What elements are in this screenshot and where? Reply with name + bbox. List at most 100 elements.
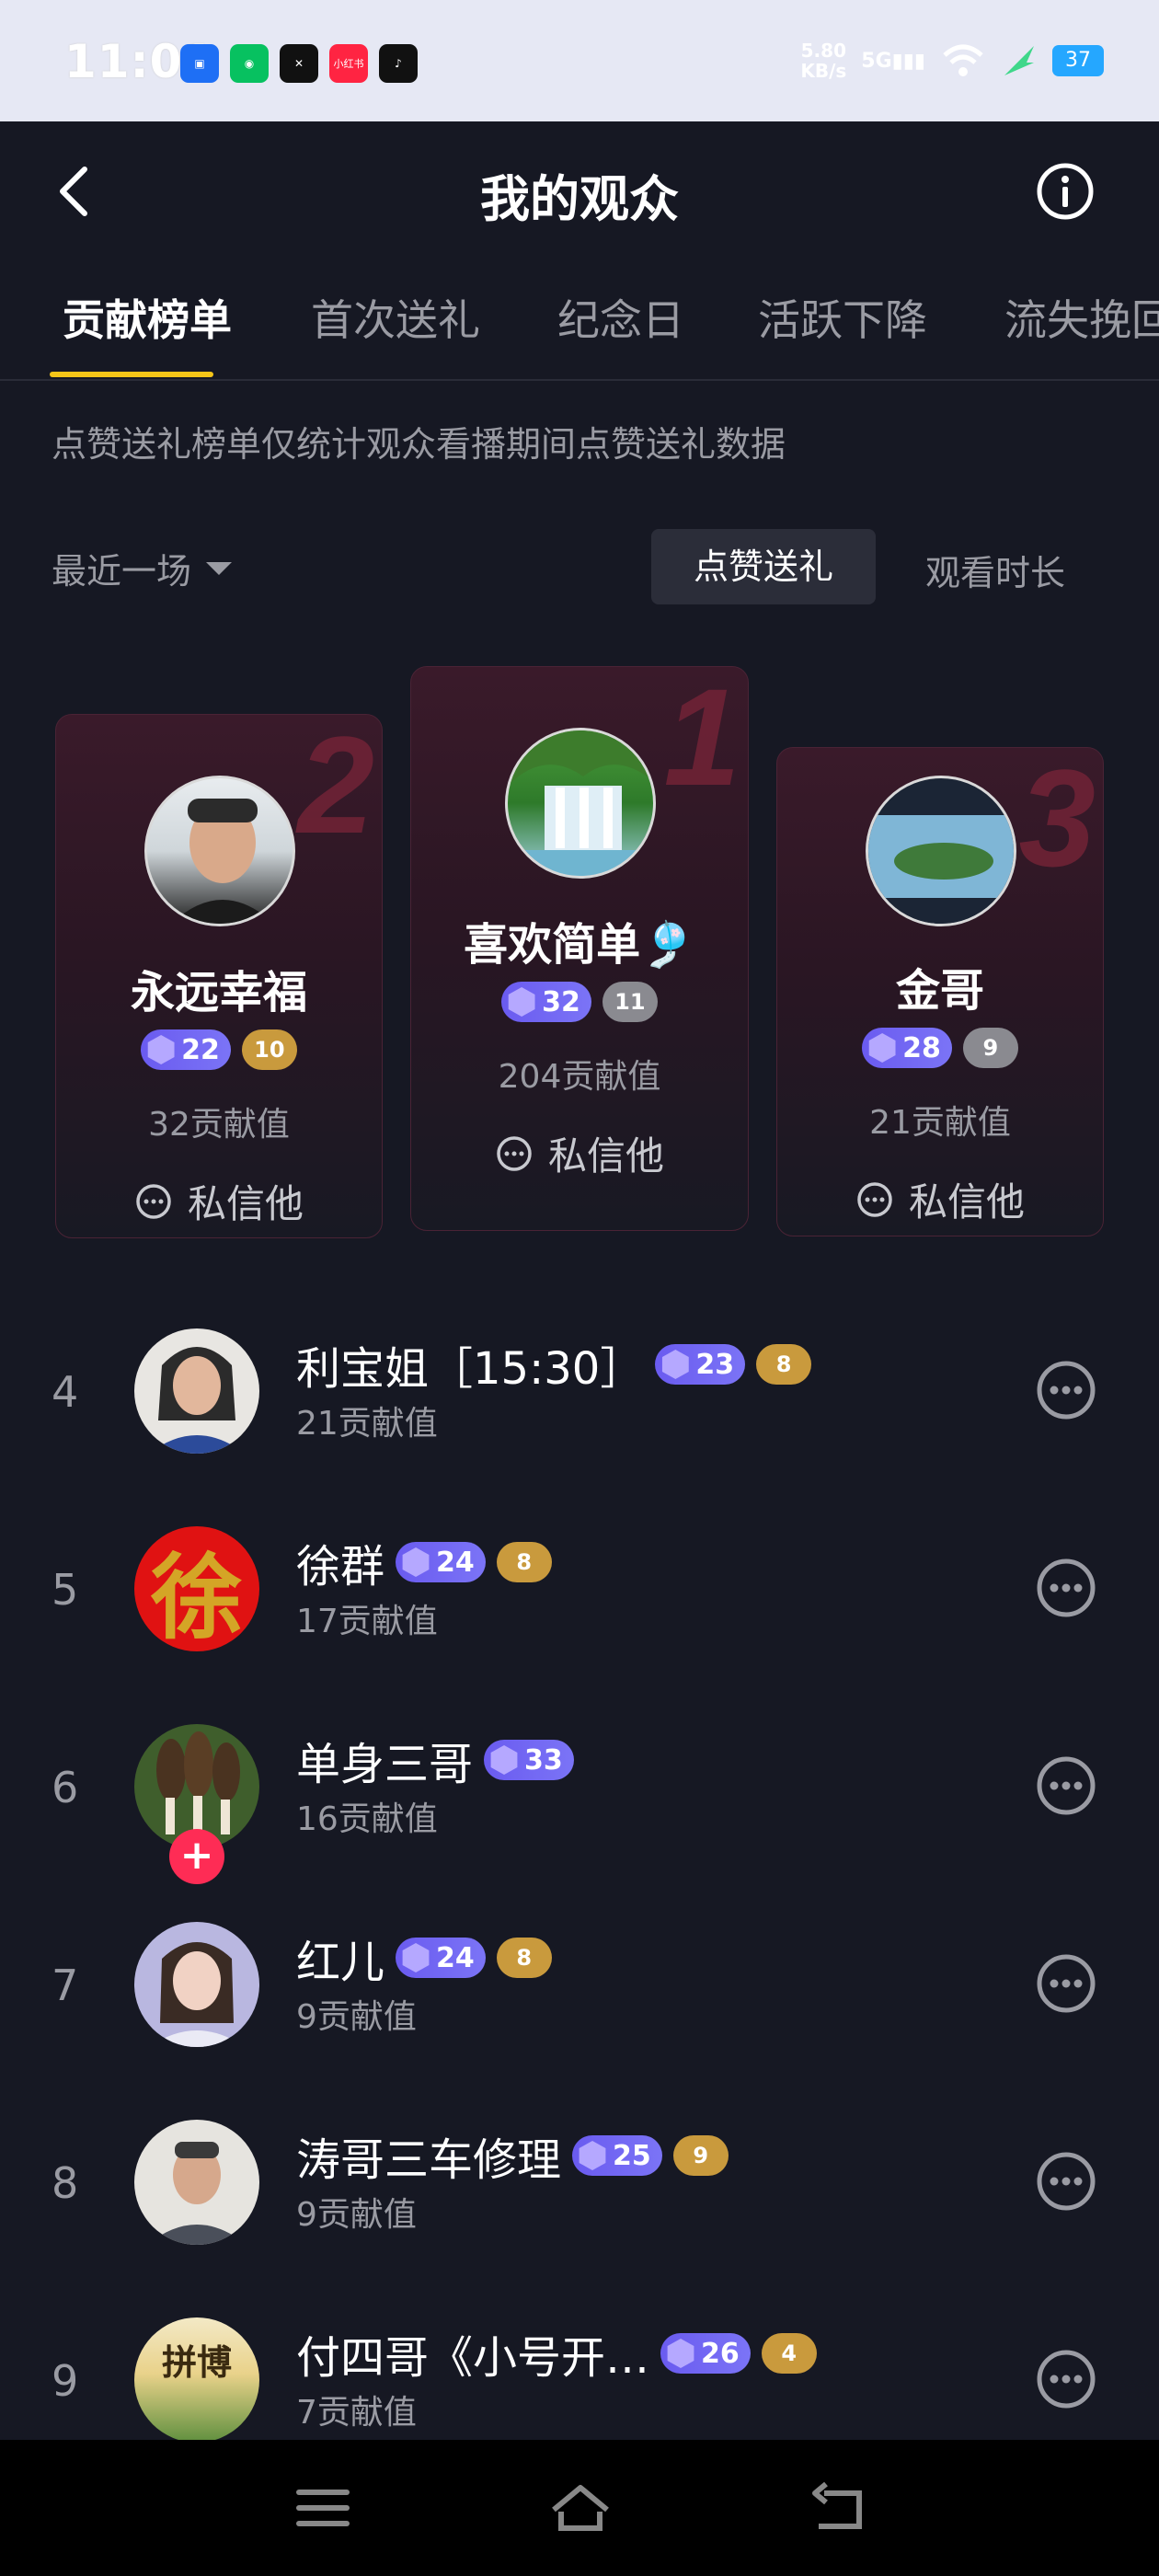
name-line: 付四哥《小号开… 26 4 [296, 2321, 817, 2386]
contribution-value: 16贡献值 [296, 1800, 438, 1838]
avatar[interactable]: 徐 [134, 1526, 259, 1651]
avatar[interactable] [134, 2120, 259, 2245]
wechat-icon: ◉ [230, 44, 269, 83]
tab-activity-drop[interactable]: 活跃下降 [758, 287, 927, 348]
level-gem-icon [868, 1033, 896, 1063]
chat-bubble-icon[interactable] [1032, 2147, 1100, 2215]
list-item[interactable]: 8 涛哥三车修理 25 9 9贡献值 [0, 2087, 1159, 2284]
avatar[interactable] [134, 1922, 259, 2047]
viewer-name: 付四哥《小号开… [296, 2332, 650, 2384]
fan-club-badge: 10 [241, 1029, 297, 1070]
podium-card-rank-1[interactable]: 1 喜欢简单🎐 32 11 204贡献值 私信他 [410, 666, 749, 1231]
contribution-value: 21贡献值 [296, 1405, 438, 1443]
avatar-image [149, 1942, 245, 2047]
rank-number: 7 [52, 1961, 79, 2010]
viewer-name: 金哥 [895, 965, 984, 1017]
level-gem-icon [490, 1745, 518, 1775]
message-button[interactable]: 私信他 [56, 1173, 382, 1229]
tab-first-gift[interactable]: 首次送礼 [311, 287, 480, 348]
list-item[interactable]: 9 拼博 付四哥《小号开… 26 4 7贡献值 [0, 2284, 1159, 2440]
rank-number: 3 [1018, 747, 1096, 895]
page-title: 我的观众 [480, 170, 679, 228]
chat-bubble-icon[interactable] [1032, 2345, 1100, 2413]
ranking-notice: 点赞送礼榜单仅统计观众看播期间点赞送礼数据 [52, 424, 786, 465]
name-line: 涛哥三车修理 25 9 [296, 2123, 729, 2188]
message-button[interactable]: 私信他 [411, 1125, 748, 1181]
avatar[interactable] [866, 776, 1016, 926]
contribution-value: 204贡献值 [498, 1058, 661, 1096]
chat-bubble-icon [136, 1183, 171, 1219]
contribution-value: 9贡献值 [296, 2196, 417, 2234]
level-badge: 32 [501, 982, 591, 1022]
menu-icon[interactable] [291, 2480, 355, 2536]
badges: 28 9 [777, 1028, 1103, 1068]
rank-number: 2 [297, 714, 374, 862]
level-value: 26 [701, 2337, 740, 2370]
fan-club-badge: 9 [962, 1028, 1018, 1068]
period-filter-dropdown[interactable]: 最近一场 [52, 543, 233, 593]
podium-card-rank-3[interactable]: 3 金哥 28 9 21贡献值 私信他 [776, 747, 1104, 1236]
name-line: 徐群 24 8 [296, 1530, 552, 1594]
info-icon[interactable] [1036, 162, 1095, 221]
status-indicators: 5.80 KB/s 5G▮▮▮ 37 [800, 40, 1104, 81]
podium-card-rank-2[interactable]: 2 永远幸福 22 10 32贡献值 私信他 [55, 714, 383, 1238]
capcut-icon: ✕ [280, 44, 318, 83]
avatar[interactable] [144, 776, 295, 926]
contribution-value: 9贡献值 [296, 1998, 417, 2036]
message-label: 私信他 [908, 1179, 1025, 1225]
charging-icon [1004, 46, 1034, 75]
viewer-name: 单身三哥 [296, 1739, 474, 1790]
avatar-image [149, 1347, 245, 1454]
list-item[interactable]: 6 + 单身三哥 33 16贡献值 [0, 1691, 1159, 1889]
badges: 22 10 [56, 1029, 382, 1070]
tab-churn-recovery[interactable]: 流失挽回 [1004, 287, 1159, 348]
level-value: 23 [695, 1348, 735, 1381]
level-value: 22 [181, 1033, 220, 1066]
list-item[interactable]: 5 徐 徐群 24 8 17贡献值 [0, 1493, 1159, 1691]
avatar-image [868, 815, 1014, 924]
contribution-value: 7贡献值 [296, 2394, 417, 2432]
level-gem-icon [579, 2141, 606, 2170]
list-item[interactable]: 4 利宝姐［15:30］ 23 8 21贡献值 [0, 1295, 1159, 1493]
avatar-image [147, 2142, 247, 2245]
signal-icon: 5G▮▮▮ [861, 49, 925, 73]
level-badge: 26 [660, 2333, 751, 2374]
xiaohongshu-icon: 小红书 [329, 44, 368, 83]
chat-bubble-icon [497, 1135, 532, 1171]
rank-number: 4 [52, 1367, 79, 1417]
chat-bubble-icon [857, 1181, 892, 1217]
level-badge: 24 [396, 1542, 486, 1582]
follow-plus-icon[interactable]: + [169, 1829, 224, 1884]
avatar[interactable]: 拼博 [134, 2317, 259, 2440]
list-item[interactable]: 7 红儿 24 8 9贡献值 [0, 1889, 1159, 2087]
rank-number: 9 [52, 2356, 79, 2406]
badges: 32 11 [411, 982, 748, 1022]
battery-indicator: 37 [1052, 45, 1104, 76]
tiktok-icon: ♪ [379, 44, 418, 83]
name-line: 红儿 24 8 [296, 1926, 552, 1990]
level-value: 25 [613, 2139, 651, 2172]
level-badge: 23 [655, 1344, 746, 1385]
rank-number: 8 [52, 2158, 79, 2208]
avatar[interactable] [505, 728, 656, 879]
fan-club-badge: 4 [761, 2333, 817, 2374]
chat-bubble-icon[interactable] [1032, 1752, 1100, 1820]
level-badge: 25 [572, 2135, 662, 2176]
segment-likes-gifts[interactable]: 点赞送礼 [651, 529, 876, 604]
contribution-value: 17贡献值 [296, 1603, 438, 1640]
avatar[interactable] [134, 1328, 259, 1454]
viewer-name: 徐群 [296, 1541, 385, 1593]
chat-bubble-icon[interactable] [1032, 1949, 1100, 2018]
contribution-value: 21贡献值 [869, 1104, 1011, 1142]
back-nav-icon[interactable] [806, 2480, 870, 2536]
viewer-name: 永远幸福 [130, 967, 307, 1018]
home-icon[interactable] [548, 2480, 613, 2536]
tab-contribution-ranking[interactable]: 贡献榜单 [63, 287, 232, 348]
chat-bubble-icon[interactable] [1032, 1356, 1100, 1424]
message-button[interactable]: 私信他 [777, 1171, 1103, 1227]
tab-anniversary[interactable]: 纪念日 [557, 287, 684, 348]
segment-watch-time[interactable]: 观看时长 [925, 545, 1065, 595]
fan-club-badge: 8 [756, 1344, 812, 1385]
period-filter-label: 最近一场 [52, 551, 192, 592]
chat-bubble-icon[interactable] [1032, 1554, 1100, 1622]
